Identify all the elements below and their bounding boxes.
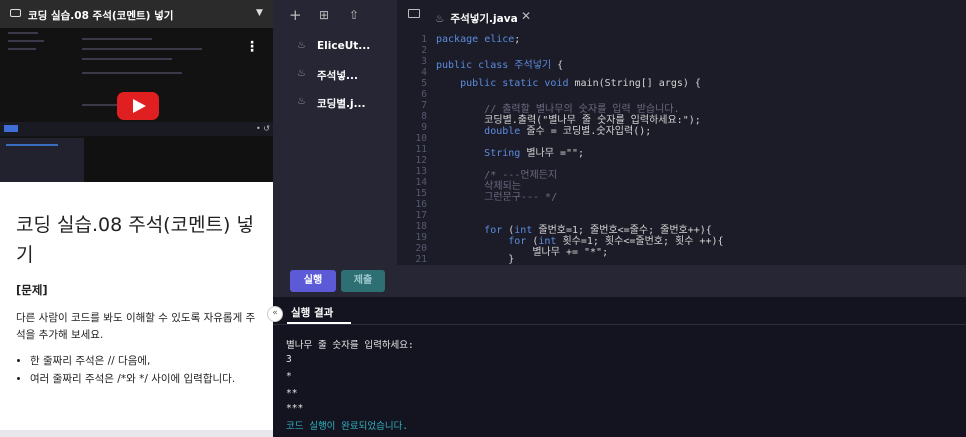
list-item[interactable]: ♨ 코딩별.j...	[273, 94, 397, 114]
video-settings-icon[interactable]: • ↺	[256, 124, 270, 133]
line-number: 18	[415, 221, 427, 232]
video-caption-area	[0, 138, 84, 182]
line-number: 16	[415, 199, 427, 210]
line-number: 19	[415, 232, 427, 243]
tab-file[interactable]: ♨ 주석넣기.java	[435, 11, 518, 26]
folder-icon[interactable]	[408, 9, 420, 18]
line-number: 9	[421, 122, 427, 133]
code-line: }	[436, 254, 515, 265]
java-file-icon: ♨	[297, 96, 306, 107]
run-button[interactable]: 실행	[290, 270, 336, 292]
line-number: 11	[415, 144, 427, 155]
line-number: 3	[421, 56, 427, 67]
lesson-footer	[0, 430, 273, 437]
file-name: 주석넣...	[317, 70, 358, 82]
lesson-content: 코딩 실습.08 주석(코멘트) 넣기 [문제] 다른 사람이 코드를 봐도 이…	[0, 182, 273, 437]
code-line: public class 주석넣기 {	[436, 60, 564, 71]
list-item: 한 줄짜리 주석은 // 다음에,	[30, 352, 235, 370]
play-icon[interactable]	[117, 92, 159, 120]
file-name: EliceUt...	[317, 40, 371, 52]
lesson-title: 코딩 실습.08 주석(코멘트) 넣기	[16, 214, 254, 266]
tab-output[interactable]: 실행 결과	[291, 305, 333, 320]
line-number: 10	[415, 133, 427, 144]
chevron-down-icon[interactable]: ▼	[256, 8, 263, 18]
close-icon[interactable]: ✕	[521, 9, 531, 23]
tab-label: 주석넣기.java	[450, 13, 518, 25]
video-thumb-line	[82, 38, 152, 40]
output-done-message: 코드 실행이 완료되었습니다.	[286, 421, 409, 432]
code-editor[interactable]: ♨ 주석넣기.java ✕ 1 2 3 4 5 6 7 8 9 10 11 12 …	[397, 0, 966, 265]
java-file-icon: ♨	[297, 68, 306, 79]
video-progress[interactable]	[4, 125, 18, 132]
java-file-icon: ♨	[435, 13, 445, 25]
line-number: 15	[415, 188, 427, 199]
video-header[interactable]: 코딩 실습.08 주석(코멘트) 넣기 ▼	[0, 0, 273, 28]
run-toolbar: 실행 제출	[273, 265, 966, 297]
output-line: *	[286, 371, 292, 382]
list-item: 여러 줄짜리 주석은 /*와 */ 사이에 입력합니다.	[30, 370, 235, 388]
video-thumb-line	[82, 58, 172, 60]
editor-tabbar: ♨ 주석넣기.java ✕	[397, 0, 966, 32]
divider	[273, 324, 966, 325]
output-line: ***	[286, 403, 304, 414]
line-number: 14	[415, 177, 427, 188]
collapse-arrow-icon[interactable]: «	[267, 306, 283, 322]
output-line: 3	[286, 354, 292, 365]
line-number: 4	[421, 67, 427, 78]
problem-text: 다른 사람이 코드를 봐도 이해할 수 있도록 자유롭게 주석을 추가해 보세요…	[16, 312, 256, 341]
code-line: String 별나무 ="";	[484, 148, 585, 159]
line-number: 7	[421, 100, 427, 111]
file-name: 코딩별.j...	[317, 98, 366, 110]
line-number: 17	[415, 210, 427, 221]
output-panel: 실행 결과 별나무 줄 숫자를 입력하세요: 3 * ** *** 코드 실행이…	[273, 297, 966, 437]
video-subbar	[0, 138, 273, 182]
video-controls-bar	[0, 122, 273, 136]
video-player[interactable]: ⋮ • ↺	[0, 28, 273, 138]
list-item[interactable]: ♨ 주석넣...	[273, 66, 397, 86]
video-thumb-line	[82, 48, 202, 50]
submit-button[interactable]: 제출	[341, 270, 385, 292]
line-number: 1	[421, 34, 427, 45]
line-number: 5	[421, 78, 427, 89]
new-folder-icon[interactable]: ⊞	[319, 8, 329, 22]
kebab-icon[interactable]: ⋮	[245, 40, 259, 54]
code-line: public static void main(String[] args) {	[460, 78, 701, 89]
hint-list: 한 줄짜리 주석은 // 다음에, 여러 줄짜리 주석은 /*와 */ 사이에 …	[16, 352, 235, 388]
video-thumb-line	[8, 32, 38, 34]
caption-line	[6, 144, 58, 146]
video-thumb-line	[8, 48, 36, 50]
line-number: 12	[415, 155, 427, 166]
code-line: double 줄수 = 코딩별.숫자입력();	[484, 126, 652, 137]
video-icon	[10, 9, 21, 17]
output-line: 별나무 줄 숫자를 입력하세요:	[286, 340, 414, 351]
line-number: 21	[415, 254, 427, 265]
problem-label: [문제]	[16, 283, 48, 297]
line-number: 2	[421, 45, 427, 56]
output-line: **	[286, 388, 298, 399]
java-file-icon: ♨	[297, 40, 306, 51]
line-number: 8	[421, 111, 427, 122]
code-line: package elice;	[436, 34, 521, 45]
line-number: 20	[415, 243, 427, 254]
plus-icon[interactable]: +	[289, 6, 302, 24]
video-title: 코딩 실습.08 주석(코멘트) 넣기	[28, 10, 174, 22]
video-thumb-line	[8, 40, 44, 42]
video-thumb-line	[82, 72, 182, 74]
upload-icon[interactable]: ⇧	[349, 8, 359, 22]
list-item[interactable]: ♨ EliceUt...	[273, 38, 397, 58]
line-number: 13	[415, 166, 427, 177]
code-line: 그런문구--- */	[484, 192, 558, 203]
line-number: 6	[421, 89, 427, 100]
file-explorer: + ⊞ ⇧ ♨ EliceUt... ♨ 주석넣... ♨ 코딩별.j...	[273, 0, 397, 265]
